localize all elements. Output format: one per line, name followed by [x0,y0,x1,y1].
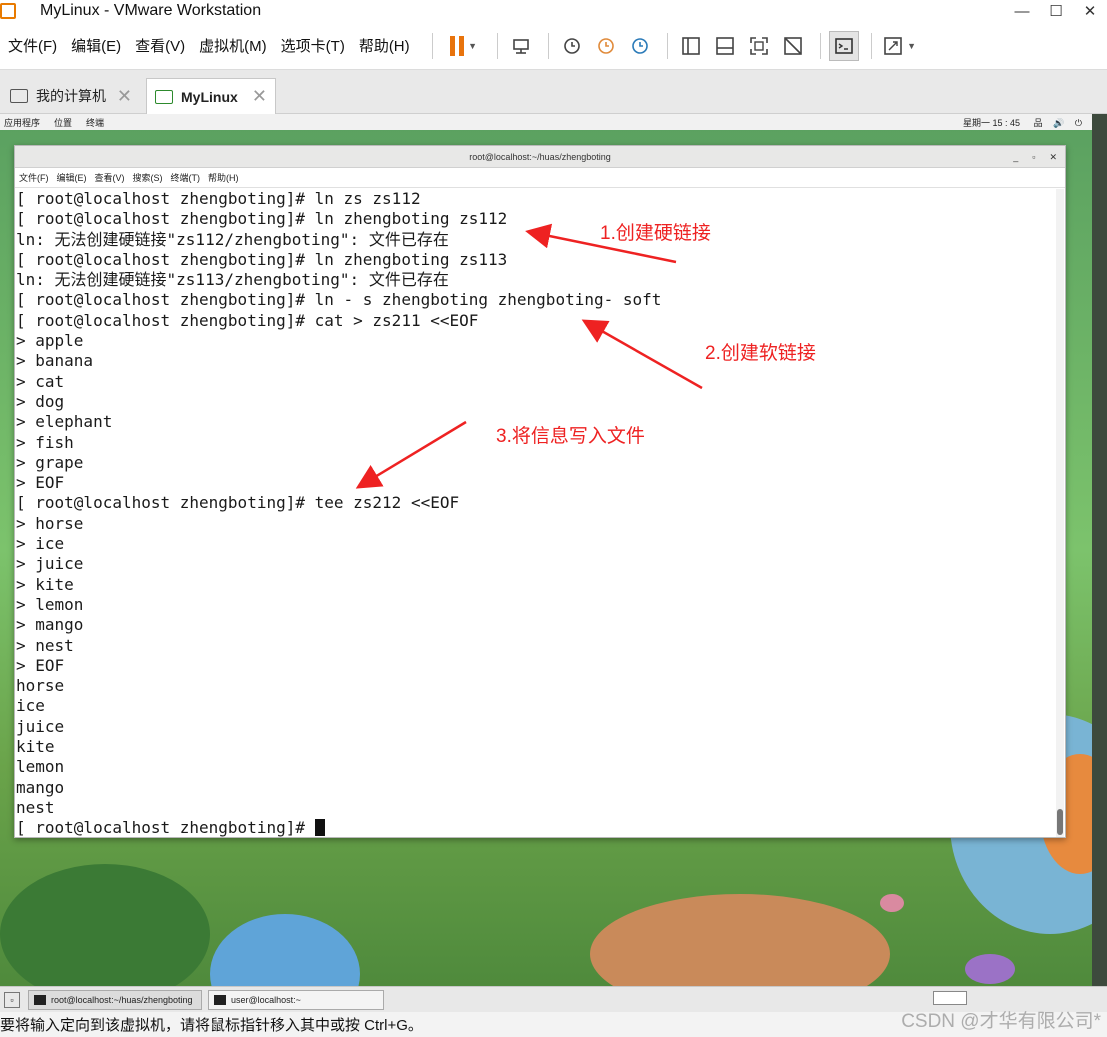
toolbar-divider [496,32,498,59]
window-title: MyLinux - VMware Workstation [40,2,262,19]
revert-snapshot-button[interactable] [591,31,621,61]
toolbar-divider [819,32,821,59]
snapshot-manager-button[interactable] [625,31,655,61]
snapshot-manager-icon [631,37,648,54]
tab-mylinux[interactable]: MyLinux ✕ [146,78,276,114]
guest-desktop[interactable]: 应用程序 位置 终端 星期一 15 : 45 品 🔊 ⏻ root@localh… [0,114,1092,986]
menu-tabs[interactable]: 选项卡(T) [281,35,345,56]
watermark: CSDN @才华有限公司* [901,1011,1101,1032]
show-desktop-icon[interactable]: ▫ [4,991,20,1008]
stretch-icon [884,36,902,55]
workspace-switcher[interactable] [933,991,967,1005]
menu-help[interactable]: 帮助(H) [359,35,410,56]
taskbar-item-terminal-user[interactable]: user@localhost:~ [208,989,384,1010]
library-icon [681,36,700,55]
host-desktop-edge [1092,114,1107,986]
terminal-icon [34,994,46,1005]
tab-close-icon[interactable]: ✕ [117,86,132,107]
vm-running-icon [155,89,173,104]
menu-toolbar: 文件(F) 编辑(E) 查看(V) 虚拟机(M) 选项卡(T) 帮助(H) ▼ [0,22,1107,70]
revert-clock-icon [597,37,614,54]
pause-button[interactable]: ▼ [441,31,485,61]
window-titlebar: MyLinux - VMware Workstation — ☐ ✕ [0,0,1107,22]
send-ctrl-alt-del-button[interactable] [506,31,536,61]
taskbar-label: root@localhost:~/huas/zhengboting [51,994,193,1005]
minimize-button[interactable]: — [1005,0,1039,22]
toolbar-divider [431,32,433,59]
unity-icon [783,36,802,55]
computer-icon [10,89,28,103]
annotation-arrows [355,223,703,489]
console-view-button[interactable] [828,30,859,61]
annotation-soft-link: 2.创建软链接 [705,343,816,364]
vm-tabs: 我的计算机 ✕ MyLinux ✕ [0,70,1107,114]
annotation-write-file: 3.将信息写入文件 [496,426,645,447]
thumbnail-icon [715,36,734,55]
fullscreen-icon [749,36,768,55]
tab-label: 我的计算机 [36,88,106,104]
close-button[interactable]: ✕ [1073,0,1107,22]
annotation-hard-link: 1.创建硬链接 [600,223,711,244]
status-message: 要将输入定向到该虚拟机，请将鼠标指针移入其中或按 Ctrl+G。 [0,1017,423,1034]
thumbnail-bar-button[interactable] [710,31,740,61]
taskbar-label: user@localhost:~ [231,994,301,1005]
toolbar-divider [870,32,872,59]
pause-icon [450,35,456,56]
toolbar-divider [547,32,549,59]
tab-close-icon[interactable]: ✕ [252,86,267,107]
snapshot-button[interactable] [557,31,587,61]
menu-file[interactable]: 文件(F) [8,35,57,56]
show-library-button[interactable] [676,31,706,61]
tab-my-computer[interactable]: 我的计算机 ✕ [2,78,140,114]
full-screen-button[interactable] [744,31,774,61]
annotation-arrow [581,319,703,390]
tab-label: MyLinux [181,88,238,105]
maximize-button[interactable]: ☐ [1039,0,1073,22]
menu-view[interactable]: 查看(V) [135,35,185,56]
menu-edit[interactable]: 编辑(E) [71,35,121,56]
terminal-icon [214,994,226,1005]
vmware-logo-icon [0,0,18,22]
annotation-arrow [355,420,467,489]
taskbar-item-terminal-root[interactable]: root@localhost:~/huas/zhengboting [28,989,202,1010]
menu-vm[interactable]: 虚拟机(M) [199,35,267,56]
keyboard-icon [512,38,529,54]
terminal-icon [834,37,853,54]
snapshot-clock-icon [563,37,580,54]
unity-button[interactable] [778,31,808,61]
toolbar-divider [666,32,668,59]
stretch-button[interactable]: ▼ [880,31,920,61]
